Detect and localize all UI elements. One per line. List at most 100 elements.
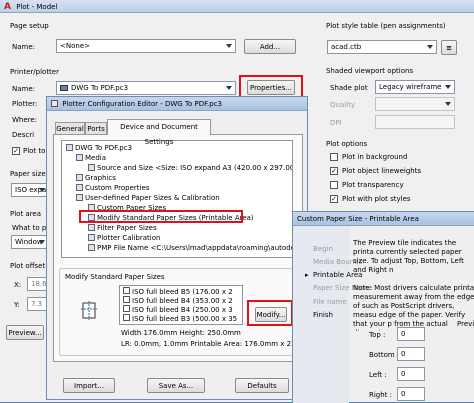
tab-device-document[interactable]: Device and Document Settings: [107, 119, 211, 146]
plot-title: Plot - Model: [16, 3, 58, 11]
printer-icon: [60, 85, 68, 91]
dpi-input[interactable]: [375, 115, 455, 129]
plot-style-table-section: Plot style table (pen assignments): [326, 22, 446, 30]
paper-icon: [81, 301, 99, 321]
paper-size-info: Width 176.0mm Height: 250.0mm: [121, 329, 241, 337]
plotter-config-editor: Plotter Configuration Editor - DWG To PD…: [46, 96, 320, 400]
defaults-button[interactable]: Defaults: [235, 378, 289, 393]
description-label: Descri: [12, 131, 35, 139]
offset-x-label: X:: [14, 281, 22, 289]
tree-node-icon: [76, 154, 83, 161]
plot-lineweights-checkbox[interactable]: ✓: [330, 167, 338, 175]
plot-style-table-select[interactable]: acad.ctb: [327, 40, 437, 54]
list-item-label: ISO full bleed B4 (353.00 x 2: [132, 297, 233, 305]
where-label: Where:: [12, 116, 38, 124]
offset-y-label: Y:: [14, 301, 20, 309]
printer-name-value: DWG To PDF.pc3: [71, 84, 129, 92]
page-setup-name-select[interactable]: <None>: [56, 39, 236, 53]
pce-title: Plotter Configuration Editor - DWG To PD…: [62, 100, 223, 108]
plot-with-styles-checkbox[interactable]: ✓: [330, 195, 338, 203]
pce-app-icon: [51, 100, 58, 107]
pce-titlebar: Plotter Configuration Editor - DWG To PD…: [47, 97, 307, 111]
paper-size-select[interactable]: ISO expan: [11, 183, 49, 197]
tree-item-filter-paper-label: Filter Paper Sizes: [97, 224, 157, 232]
tab-general-label: General: [56, 125, 84, 133]
tree-item-graphics[interactable]: Graphics: [76, 174, 116, 183]
plot-in-background-checkbox[interactable]: [330, 153, 338, 161]
tree-item-filter-paper[interactable]: Filter Paper Sizes: [88, 224, 157, 233]
plotter-label: Plotter:: [12, 100, 38, 108]
list-item-label: ISO full bleed B5 (176.00 x 2: [132, 288, 233, 296]
dpi-label: DPI: [330, 119, 342, 127]
tree-node-icon: [66, 144, 73, 151]
tree-node-icon: [76, 184, 83, 191]
step-file-name: File name: [313, 298, 347, 306]
tree-item-pmp-file[interactable]: PMP File Name <C:\Users\lmad\appdata\roa…: [88, 244, 292, 253]
list-item[interactable]: ISO full bleed B3 (500.00 x 35: [123, 314, 237, 323]
modify-standard-group-label: Modify Standard Paper Sizes: [65, 273, 165, 281]
printable-area-info: LR: 0.0mm, 1.0mm Printable Area: 176.0mm…: [121, 340, 321, 348]
page-setup-name-label: Name:: [12, 43, 36, 51]
plot-transparency-checkbox[interactable]: [330, 181, 338, 189]
step-begin: Begin: [313, 245, 333, 253]
paper-size-label: Paper size: [10, 170, 46, 178]
shade-plot-select[interactable]: Legacy wireframe: [375, 80, 455, 94]
tree-item-user-defined[interactable]: User-defined Paper Sizes & Calibration: [76, 194, 220, 203]
list-item-checkbox[interactable]: [123, 287, 130, 294]
plot-offset-label: Plot offset: [10, 262, 46, 270]
tab-ports-label: Ports: [87, 125, 105, 133]
list-item-label: ISO full bleed B4 (250.00 x 3: [132, 306, 233, 314]
tree-item-source-size[interactable]: Source and Size <Size: ISO expand A3 (42…: [88, 164, 293, 173]
plot-options-section: Plot options: [326, 140, 368, 148]
paper-size-list[interactable]: ISO full bleed B5 (176.00 x 2 ISO full b…: [119, 285, 243, 325]
quality-label: Quality: [330, 101, 356, 109]
tree-item-root[interactable]: DWG To PDF.pc3: [66, 144, 132, 153]
list-item[interactable]: ISO full bleed B4 (353.00 x 2: [123, 296, 233, 305]
list-item-checkbox[interactable]: [123, 305, 130, 312]
tree-item-user-defined-label: User-defined Paper Sizes & Calibration: [85, 194, 220, 202]
tree-node-icon: [76, 194, 83, 201]
shade-plot-label: Shade plot: [330, 84, 368, 92]
quality-select[interactable]: [375, 97, 455, 111]
edit-style-button[interactable]: ≡: [441, 40, 457, 55]
list-item-checkbox[interactable]: [123, 296, 130, 303]
custom-paper-size-wizard: Custom Paper Size - Printable Area Begin…: [292, 211, 474, 403]
cps-title: Custom Paper Size - Printable Area: [297, 215, 419, 223]
printer-name-select[interactable]: DWG To PDF.pc3: [56, 81, 236, 95]
tree-node-icon: [88, 244, 95, 251]
top-input[interactable]: 0: [397, 327, 425, 341]
tree-item-plotter-calibration-label: Plotter Calibration: [97, 234, 161, 242]
right-input[interactable]: 0: [397, 387, 425, 401]
plot-transparency-label: Plot transparency: [342, 181, 404, 189]
page-setup-section: Page setup: [10, 22, 49, 30]
save-as-button[interactable]: Save As...: [147, 378, 205, 393]
import-button[interactable]: Import...: [63, 378, 115, 393]
settings-tree[interactable]: DWG To PDF.pc3 Media Source and Size <Si…: [61, 140, 293, 258]
what-to-plot-select[interactable]: Window: [11, 235, 49, 249]
autocad-icon: A: [4, 2, 11, 12]
tree-item-graphics-label: Graphics: [85, 174, 116, 182]
plot-to-file-checkbox[interactable]: ✓: [12, 147, 20, 155]
tree-item-media[interactable]: Media: [76, 154, 106, 163]
printer-section: Printer/plotter: [10, 68, 59, 76]
plot-lineweights-label: Plot object lineweights: [342, 167, 422, 175]
left-label: Left :: [369, 371, 387, 379]
tree-item-custom-properties[interactable]: Custom Properties: [76, 184, 149, 193]
what-to-plot-label: What to pl: [12, 224, 49, 232]
tree-item-source-size-label: Source and Size <Size: ISO expand A3 (42…: [97, 164, 293, 172]
tree-node-icon: [88, 234, 95, 241]
add-button[interactable]: Add...: [244, 39, 296, 54]
tree-item-plotter-calibration[interactable]: Plotter Calibration: [88, 234, 160, 243]
shaded-viewport-section: Shaded viewport options: [326, 67, 414, 75]
left-input[interactable]: 0: [397, 367, 425, 381]
list-item[interactable]: ISO full bleed B5 (176.00 x 2: [123, 287, 233, 296]
list-item-label: ISO full bleed B3 (500.00 x 35: [132, 315, 238, 323]
preview-button[interactable]: Preview...: [6, 325, 44, 340]
list-item[interactable]: ISO full bleed B4 (250.00 x 3: [123, 305, 233, 314]
tree-node-icon: [88, 224, 95, 231]
bottom-input[interactable]: 0: [397, 347, 425, 361]
tree-item-media-label: Media: [85, 154, 107, 162]
preview-label: Previ: [457, 320, 474, 328]
list-item-checkbox[interactable]: [123, 314, 130, 321]
plot-area-label: Plot area: [10, 210, 42, 218]
